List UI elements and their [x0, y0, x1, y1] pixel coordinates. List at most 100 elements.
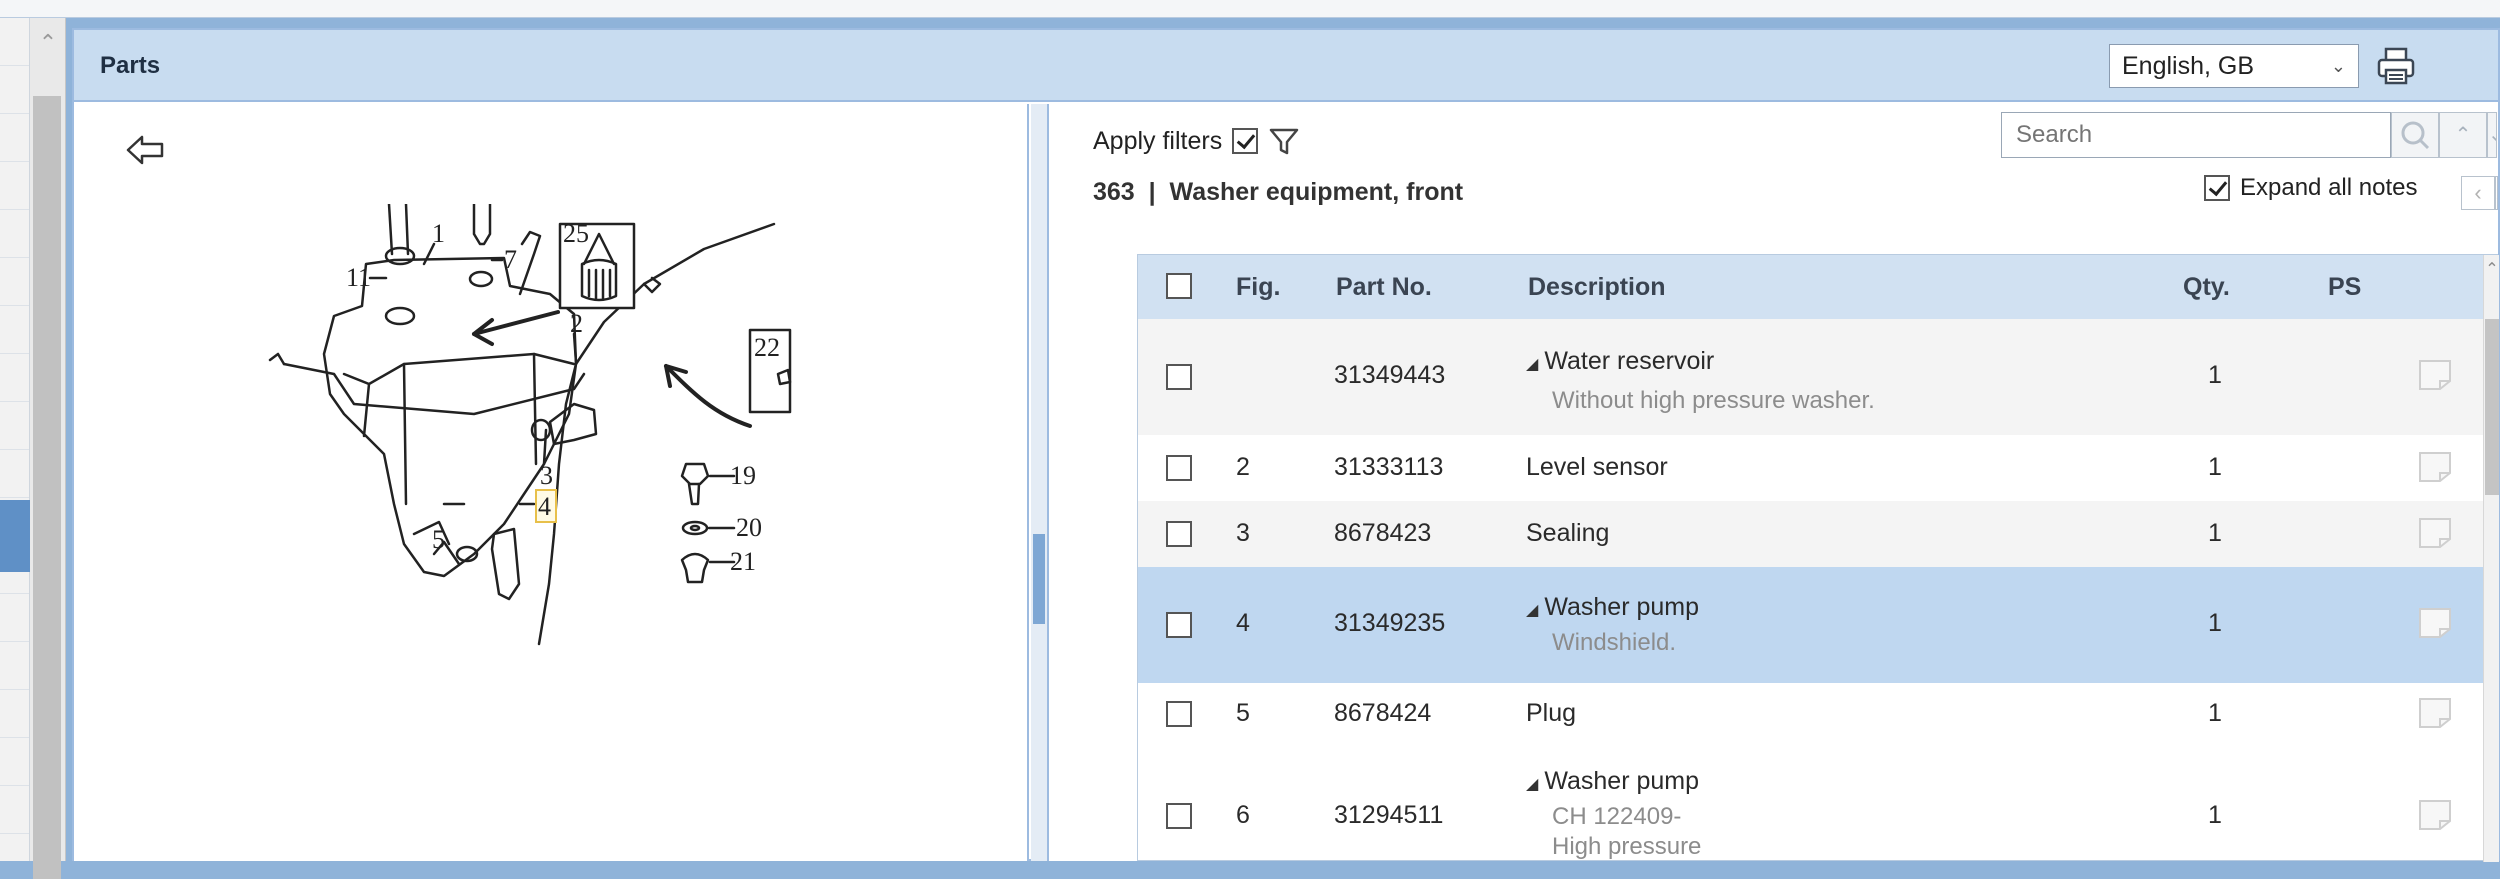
row-part-no: 8678423 — [1334, 519, 1432, 547]
chevron-right-icon: › — [2496, 180, 2497, 205]
chevron-up-icon: ⌃ — [2454, 124, 2472, 146]
callout-19[interactable]: 19 — [730, 461, 756, 490]
callout-4[interactable]: 4 — [538, 492, 551, 521]
next-result-button[interactable]: ⌄ — [2487, 112, 2497, 158]
group-name: Washer equipment, front — [1169, 178, 1464, 206]
row-checkbox[interactable] — [1166, 455, 1192, 481]
table-header: Fig. Part No. Description Qty. PS — [1138, 255, 2499, 319]
scrollbar-thumb[interactable] — [33, 96, 61, 879]
top-strip — [0, 0, 2500, 18]
row-qty: 1 — [2208, 453, 2222, 481]
funnel-icon[interactable] — [1268, 126, 1300, 156]
rail-item[interactable] — [0, 642, 29, 690]
rail-item[interactable] — [0, 114, 29, 162]
document-icon[interactable] — [2418, 517, 2452, 549]
row-fig: 3 — [1236, 519, 1250, 547]
row-fig: 4 — [1236, 609, 1250, 637]
table-row[interactable]: 3 8678423 Sealing 1 — [1138, 501, 2499, 567]
collapse-triangle-icon[interactable]: ◢ — [1526, 356, 1538, 373]
rail-item[interactable] — [0, 258, 29, 306]
rail-item[interactable] — [0, 18, 29, 66]
collapse-triangle-icon[interactable]: ◢ — [1526, 602, 1538, 619]
expand-notes-label: Expand all notes — [2240, 174, 2418, 201]
rail-item-active[interactable] — [0, 500, 30, 572]
callout-3[interactable]: 3 — [540, 461, 553, 490]
parts-panel: Parts English, GB ⌄ 1 11 7 25 2 3 5 22 1… — [72, 28, 2500, 864]
rail-item[interactable] — [0, 786, 29, 834]
collapse-triangle-icon[interactable]: ◢ — [1526, 776, 1538, 793]
table-row-selected[interactable]: 4 31349235 ◢ Washer pump Windshield. 1 — [1138, 567, 2499, 683]
search-input[interactable] — [2001, 112, 2391, 158]
row-checkbox[interactable] — [1166, 803, 1192, 829]
select-all-checkbox[interactable] — [1166, 273, 1192, 299]
callout-21[interactable]: 21 — [730, 547, 756, 576]
callout-5[interactable]: 5 — [432, 525, 445, 554]
splitter-handle[interactable] — [1033, 534, 1045, 624]
column-header-qty[interactable]: Qty. — [2183, 273, 2230, 302]
rail-item[interactable] — [0, 354, 29, 402]
callout-11[interactable]: 11 — [346, 263, 371, 292]
rail-item[interactable] — [0, 306, 29, 354]
rail-item[interactable] — [0, 210, 29, 258]
row-qty: 1 — [2208, 801, 2222, 829]
column-header-ps[interactable]: PS — [2328, 273, 2361, 302]
rail-item[interactable] — [0, 450, 29, 498]
left-navigation-rail — [0, 18, 30, 861]
row-checkbox[interactable] — [1166, 701, 1192, 727]
rail-item[interactable] — [0, 162, 29, 210]
callout-1[interactable]: 1 — [432, 219, 445, 248]
table-row[interactable]: 2 31333113 Level sensor 1 — [1138, 435, 2499, 501]
chevron-left-icon: ‹ — [2474, 180, 2482, 205]
document-icon[interactable] — [2418, 359, 2452, 391]
row-description-text: Washer pump — [1544, 767, 1699, 795]
row-description-text: Water reservoir — [1544, 347, 1715, 375]
table-row[interactable]: 31349443 ◢ Water reservoir Without high p… — [1138, 319, 2499, 435]
column-header-part-no[interactable]: Part No. — [1336, 273, 1432, 302]
scroll-up-arrow-icon[interactable]: ⌃ — [2484, 259, 2500, 279]
row-note-2: High pressure — [1552, 833, 1702, 860]
scrollbar-thumb[interactable] — [2485, 319, 2499, 495]
document-icon[interactable] — [2418, 697, 2452, 729]
search-button[interactable] — [2391, 112, 2439, 158]
table-scrollbar[interactable]: ⌃ — [2483, 255, 2499, 862]
rail-item[interactable] — [0, 402, 29, 450]
group-title: 363 | Washer equipment, front — [1093, 178, 1463, 207]
rail-item[interactable] — [0, 594, 29, 642]
next-group-button[interactable]: › — [2495, 176, 2498, 210]
left-scrollbar[interactable]: ⌃ — [30, 18, 66, 879]
parts-diagram[interactable]: 1 11 7 25 2 3 5 22 19 20 21 4 — [174, 204, 1054, 864]
scroll-up-arrow-icon[interactable]: ⌃ — [30, 28, 66, 58]
row-part-no: 31333113 — [1334, 453, 1444, 481]
row-note: Without high pressure washer. — [1552, 387, 1875, 414]
callout-7[interactable]: 7 — [504, 245, 517, 274]
callout-25[interactable]: 25 — [563, 219, 589, 248]
column-header-description[interactable]: Description — [1528, 273, 1666, 302]
table-row[interactable]: 6 31294511 ◢ Washer pump CH 122409- High … — [1138, 747, 2499, 862]
previous-group-button[interactable]: ‹ — [2461, 176, 2495, 210]
callout-2[interactable]: 2 — [570, 309, 583, 338]
rail-item[interactable] — [0, 690, 29, 738]
row-checkbox[interactable] — [1166, 521, 1192, 547]
expand-notes-checkbox[interactable] — [2204, 175, 2230, 201]
back-button[interactable] — [124, 130, 168, 170]
row-part-no: 31349235 — [1334, 609, 1446, 637]
pane-splitter[interactable] — [1031, 104, 1049, 861]
print-button[interactable] — [2374, 44, 2418, 88]
document-icon[interactable] — [2418, 451, 2452, 483]
callout-20[interactable]: 20 — [736, 513, 762, 542]
document-icon[interactable] — [2418, 799, 2452, 831]
row-part-no: 31349443 — [1334, 361, 1446, 389]
row-checkbox[interactable] — [1166, 612, 1192, 638]
language-select[interactable]: English, GB ⌄ — [2109, 44, 2359, 88]
printer-icon — [2377, 47, 2415, 85]
apply-filters-checkbox[interactable] — [1232, 128, 1259, 154]
callout-22[interactable]: 22 — [754, 333, 780, 362]
table-row[interactable]: 5 8678424 Plug 1 — [1138, 683, 2499, 747]
rail-item[interactable] — [0, 738, 29, 786]
row-checkbox[interactable] — [1166, 364, 1192, 390]
document-icon[interactable] — [2418, 607, 2452, 639]
rail-item[interactable] — [0, 66, 29, 114]
column-header-fig[interactable]: Fig. — [1236, 273, 1280, 302]
parts-table: Fig. Part No. Description Qty. PS 313494… — [1137, 254, 2499, 862]
previous-result-button[interactable]: ⌃ — [2439, 112, 2487, 158]
